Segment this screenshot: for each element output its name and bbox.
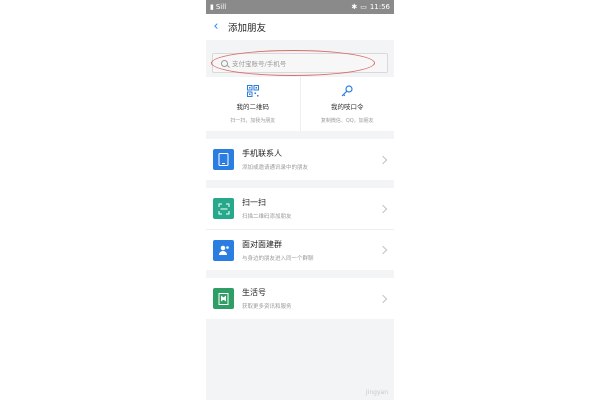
key-icon: [341, 85, 353, 97]
list-item-phone-contacts[interactable]: 手机联系人 添加或邀请通讯录中的朋友: [206, 139, 394, 180]
group-life: 生活号 获取更多资讯和服务: [206, 278, 394, 319]
face-to-face-title: 面对面建群: [242, 239, 282, 249]
phone-icon: [213, 149, 234, 170]
scan-desc: 扫描二维码添加朋友: [242, 214, 292, 220]
my-qr-code-subtitle: 扫一扫，加我为朋友: [230, 118, 276, 124]
bluetooth-icon: ✱: [351, 3, 358, 11]
chevron-right-icon: [378, 294, 388, 303]
bookmark-icon: [213, 288, 234, 309]
chevron-right-icon: [378, 204, 388, 213]
my-password-code-label: 我的吱口令: [331, 103, 364, 111]
scan-title: 扫一扫: [242, 198, 266, 207]
quick-actions: 我的二维码 扫一扫，加我为朋友 我的吱口令 复制微信、QQ，加朋友: [206, 77, 394, 131]
status-bar: ▮ Sill ✱ ▭ 11:56: [206, 0, 394, 14]
list-item-life-account[interactable]: 生活号 获取更多资讯和服务: [206, 278, 394, 319]
life-account-desc: 获取更多资讯和服务: [242, 304, 292, 310]
search-icon: [221, 59, 228, 67]
back-arrow-icon[interactable]: ‹: [212, 20, 220, 33]
qr-code-icon: [246, 85, 259, 97]
phone-screen: ▮ Sill ✱ ▭ 11:56 ‹ 添加朋友 支付宝账号/手机号 我的二维码 …: [206, 0, 394, 400]
my-password-code-button[interactable]: 我的吱口令 复制微信、QQ，加朋友: [299, 77, 395, 131]
life-account-title: 生活号: [242, 288, 266, 297]
page-title: 添加朋友: [228, 23, 267, 34]
group-scan: 扫一扫 扫描二维码添加朋友 面对面建群 与身边的朋友进入同一个群聊: [206, 188, 394, 270]
watermark: Jingyan: [365, 389, 388, 396]
my-qr-code-button[interactable]: 我的二维码 扫一扫，加我为朋友: [206, 77, 300, 131]
signal-icon: ▮: [210, 3, 214, 11]
nav-bar: ‹ 添加朋友: [206, 14, 394, 40]
phone-contacts-desc: 添加或邀请通讯录中的朋友: [242, 165, 309, 171]
list-item-face-to-face-group[interactable]: 面对面建群 与身边的朋友进入同一个群聊: [206, 229, 394, 270]
chevron-right-icon: [378, 245, 388, 255]
face-to-face-desc: 与身边的朋友进入同一个群聊: [242, 255, 314, 262]
scan-icon: [213, 198, 234, 219]
phone-contacts-title: 手机联系人: [242, 149, 282, 158]
group-contacts: 手机联系人 添加或邀请通讯录中的朋友: [206, 139, 394, 180]
signal-text: Sill: [215, 3, 227, 11]
list-item-scan[interactable]: 扫一扫 扫描二维码添加朋友: [206, 188, 394, 229]
chevron-right-icon: [378, 155, 388, 164]
clock: 11:56: [369, 3, 390, 11]
search-input[interactable]: 支付宝账号/手机号: [211, 50, 388, 76]
search-placeholder: 支付宝账号/手机号: [232, 60, 287, 68]
battery-icon: ▭: [360, 3, 367, 11]
my-password-code-subtitle: 复制微信、QQ，加朋友: [320, 118, 374, 124]
group-icon: [213, 239, 234, 261]
my-qr-code-label: 我的二维码: [236, 103, 270, 111]
